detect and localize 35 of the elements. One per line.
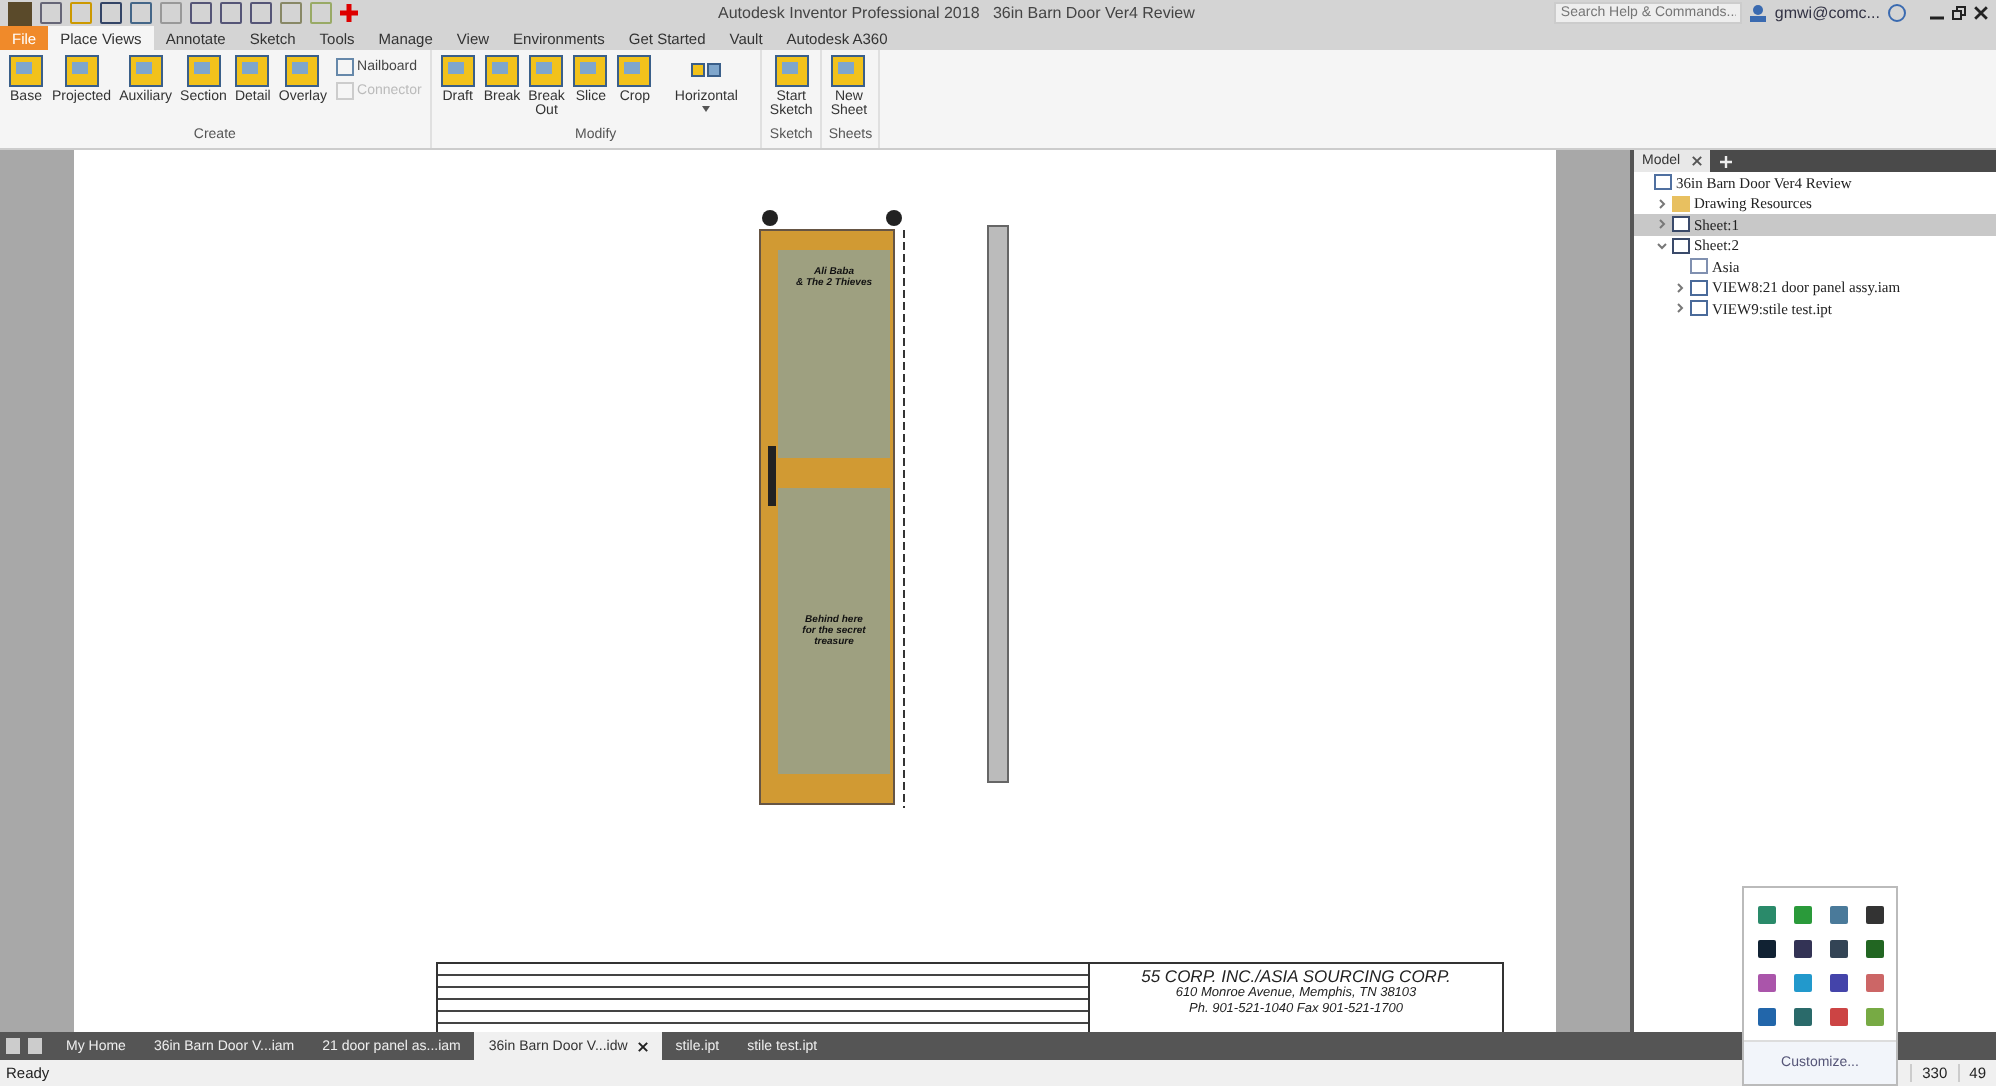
document-icon	[1654, 174, 1672, 191]
view-tool-icon	[572, 54, 609, 88]
plus-icon[interactable]	[340, 4, 358, 22]
view-tool-icon	[483, 54, 520, 88]
close-tab-icon[interactable]	[637, 1041, 648, 1051]
view-tool-icon	[63, 54, 100, 88]
toolbar-icon[interactable]	[40, 2, 62, 24]
company-name: 55 CORP. INC./ASIA SOURCING CORP.	[1141, 966, 1451, 986]
view-tool-icon	[830, 54, 867, 88]
close-icon[interactable]	[1973, 6, 1988, 20]
view-tool-icon	[284, 54, 321, 88]
view-tool-icon	[234, 54, 271, 88]
view-tool-icon	[439, 54, 476, 88]
view-tool-icon	[773, 54, 810, 88]
view-tool-icon	[127, 54, 164, 88]
app-logo[interactable]	[8, 1, 32, 25]
folder-icon	[1672, 195, 1690, 212]
toolbar-icon[interactable]	[250, 2, 272, 24]
help-icon[interactable]	[1887, 4, 1906, 22]
user-icon[interactable]	[1750, 4, 1767, 22]
view-tool-icon	[528, 54, 565, 88]
window-title: Autodesk Inventor Professional 2018 36in Barn Door Ver4 Review	[718, 4, 1195, 22]
caret-icon	[702, 106, 711, 112]
toolbar-icon[interactable]	[130, 2, 152, 24]
toolbar-icon[interactable]	[190, 2, 212, 24]
add-tab-icon[interactable]	[1720, 155, 1733, 167]
close-tab-icon[interactable]	[1692, 156, 1703, 166]
toolbar-icon[interactable]	[100, 2, 122, 24]
restore-icon[interactable]	[1951, 6, 1966, 20]
view-tool-icon	[185, 54, 222, 88]
view-tool-icon	[616, 54, 653, 88]
view-tool-icon	[8, 54, 44, 88]
toolbar-icon[interactable]	[220, 2, 242, 24]
border-icon	[1690, 258, 1708, 275]
user-name[interactable]: gmwi@comc...	[1774, 4, 1880, 22]
